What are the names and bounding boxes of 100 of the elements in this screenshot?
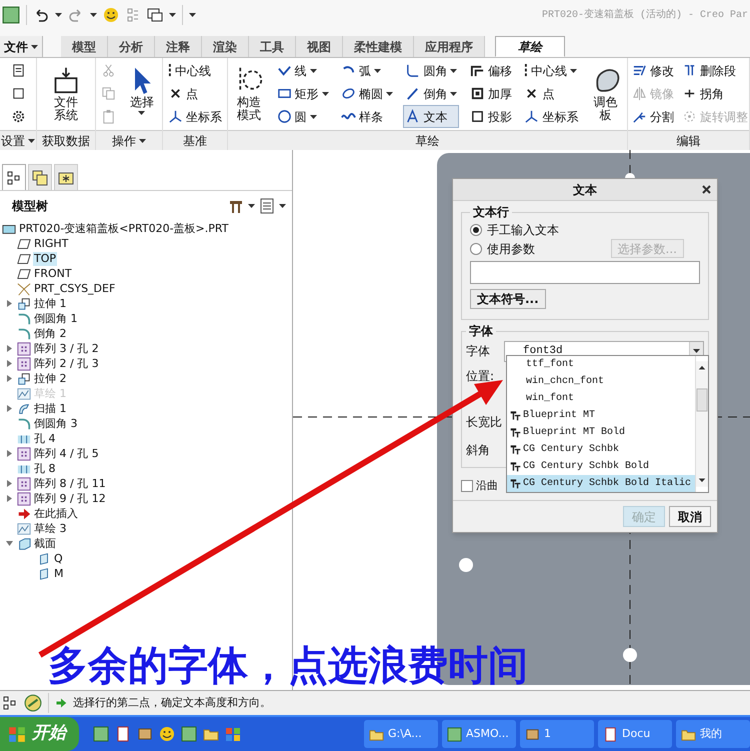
expand-arrow-icon[interactable] bbox=[6, 480, 13, 487]
tree-item[interactable]: TOP bbox=[33, 252, 58, 266]
dialog-button[interactable]: 取消 bbox=[669, 506, 711, 527]
radio-button[interactable] bbox=[470, 242, 482, 254]
ribbon-tab[interactable]: 草绘 bbox=[495, 36, 565, 57]
tree-item[interactable]: 阵列 9 / 孔 12 bbox=[33, 492, 107, 506]
taskbar-button[interactable]: 我的 bbox=[676, 720, 750, 748]
expand-arrow-icon[interactable] bbox=[6, 450, 13, 457]
ribbon-tab[interactable]: 模型 bbox=[61, 36, 108, 57]
tree-item[interactable]: 倒圆角 3 bbox=[33, 416, 78, 430]
tree-item[interactable]: 在此插入 bbox=[33, 506, 79, 520]
tool-button[interactable]: 文本 bbox=[403, 105, 460, 128]
ribbon-tab[interactable]: 应用程序 bbox=[414, 36, 485, 57]
tree-item[interactable]: 阵列 4 / 孔 5 bbox=[33, 446, 100, 460]
font-list-item[interactable]: CG Century Schbk bbox=[507, 441, 695, 458]
expand-arrow-icon[interactable] bbox=[6, 540, 13, 547]
close-icon[interactable] bbox=[702, 185, 711, 194]
tree-item[interactable]: RIGHT bbox=[33, 236, 70, 250]
expand-arrow-icon[interactable] bbox=[6, 405, 13, 412]
tool-button[interactable]: 样条 bbox=[339, 105, 396, 128]
font-list-item[interactable]: Blueprint MT bbox=[507, 407, 695, 424]
taskbar-button[interactable]: ASMO... bbox=[442, 720, 516, 748]
tool-button[interactable]: 投影 bbox=[468, 105, 514, 128]
tool-button[interactable]: 修改 bbox=[630, 59, 676, 82]
ribbon-group-label[interactable]: 草绘 bbox=[416, 132, 440, 150]
font-list-item[interactable]: CG Century Schbk Bold bbox=[507, 458, 695, 475]
text-symbol-button[interactable]: 文本符号... bbox=[470, 289, 546, 309]
tree-item[interactable]: 倒圆角 1 bbox=[33, 312, 78, 326]
tool-button[interactable]: 点 bbox=[522, 82, 580, 105]
tool-button[interactable]: 偏移 bbox=[468, 59, 514, 82]
tool-button[interactable]: 坐标系 bbox=[166, 105, 224, 128]
expand-arrow-icon[interactable] bbox=[6, 360, 13, 367]
tool-button[interactable]: 线 bbox=[274, 59, 331, 82]
tree-item[interactable]: PRT_CSYS_DEF bbox=[33, 282, 116, 296]
ribbon-tab[interactable]: 注释 bbox=[155, 36, 202, 57]
tree-item[interactable]: Q bbox=[53, 552, 64, 566]
tree-item[interactable]: 截面 bbox=[33, 536, 57, 550]
tree-item[interactable]: 拉伸 2 bbox=[33, 372, 68, 386]
ribbon-group-label[interactable]: 编辑 bbox=[676, 132, 700, 150]
tool-button[interactable]: 倒角 bbox=[403, 82, 460, 105]
expand-arrow-icon[interactable] bbox=[6, 345, 13, 352]
font-list-item[interactable]: CG Century Schbk Bold Italic bbox=[507, 475, 695, 492]
taskbar-button[interactable]: 1 bbox=[520, 720, 594, 748]
ribbon-group-label[interactable]: 设置 bbox=[1, 132, 35, 150]
tree-item[interactable]: 阵列 2 / 孔 3 bbox=[33, 356, 100, 370]
tool-button[interactable]: 中心线 bbox=[166, 59, 224, 82]
regenerate-icon[interactable] bbox=[125, 7, 141, 23]
tree-item[interactable]: 孔 4 bbox=[33, 432, 56, 446]
tree-item[interactable]: 孔 8 bbox=[33, 462, 56, 476]
font-list-item[interactable]: win_font bbox=[507, 390, 695, 407]
tree-item[interactable]: 阵列 8 / 孔 11 bbox=[33, 476, 107, 490]
smiley-icon[interactable] bbox=[158, 726, 175, 742]
tool-button[interactable]: 弧 bbox=[339, 59, 396, 82]
tool-button[interactable]: 拐角 bbox=[680, 82, 750, 105]
tool-button[interactable]: 调色板 bbox=[588, 65, 623, 123]
tool-button[interactable]: 矩形 bbox=[274, 82, 331, 105]
tool-button[interactable]: 构造模式 bbox=[232, 65, 266, 123]
taskbar-button[interactable]: Docu bbox=[598, 720, 672, 748]
status-icon[interactable] bbox=[24, 694, 42, 712]
panel-tab[interactable] bbox=[2, 164, 26, 190]
font-list-item[interactable]: win_chcn_font bbox=[507, 373, 695, 390]
tool-button[interactable]: 圆角 bbox=[403, 59, 460, 82]
start-button[interactable]: 开始 bbox=[0, 717, 79, 751]
smiley-icon[interactable] bbox=[103, 7, 119, 23]
font-list-item[interactable]: Blueprint MT Bold bbox=[507, 424, 695, 441]
tool-button[interactable]: 选择 bbox=[124, 65, 159, 116]
tree-item[interactable]: 倒角 2 bbox=[33, 326, 68, 340]
tool-button[interactable]: 加厚 bbox=[468, 82, 514, 105]
ribbon-tab[interactable]: 柔性建模 bbox=[343, 36, 414, 57]
expand-arrow-icon[interactable] bbox=[6, 375, 13, 382]
tool-button[interactable]: 点 bbox=[166, 82, 224, 105]
panel-tab[interactable] bbox=[54, 164, 78, 190]
ribbon-tab[interactable]: 工具 bbox=[249, 36, 296, 57]
app-icon[interactable] bbox=[2, 6, 20, 24]
expand-arrow-icon[interactable] bbox=[6, 495, 13, 502]
tool-button[interactable]: 中心线 bbox=[522, 59, 580, 82]
tree-item[interactable]: 草绘 3 bbox=[33, 522, 68, 536]
tree-item[interactable]: 扫描 1 bbox=[33, 402, 68, 416]
text-input-field[interactable] bbox=[470, 261, 700, 284]
ribbon-tab[interactable]: 文件 bbox=[0, 36, 43, 57]
list-icon[interactable] bbox=[259, 198, 275, 214]
app-icon[interactable] bbox=[180, 726, 197, 742]
tree-item[interactable]: M bbox=[53, 566, 64, 580]
tool-button[interactable]: 坐标系 bbox=[522, 105, 580, 128]
flag-icon[interactable] bbox=[224, 726, 241, 742]
tool-button[interactable]: 文件系统 bbox=[49, 65, 83, 123]
scrollbar[interactable] bbox=[695, 356, 708, 492]
app-icon[interactable] bbox=[92, 726, 109, 742]
tree-item[interactable]: 阵列 3 / 孔 2 bbox=[33, 342, 100, 356]
tree-item[interactable]: FRONT bbox=[33, 266, 73, 280]
taskbar-button[interactable]: G:\A... bbox=[364, 720, 438, 748]
ribbon-tab[interactable]: 分析 bbox=[108, 36, 155, 57]
panel-tab[interactable] bbox=[28, 164, 52, 190]
tool-button[interactable]: 分割 bbox=[630, 105, 676, 128]
expand-arrow-icon[interactable] bbox=[6, 300, 13, 307]
ribbon-tab[interactable]: 视图 bbox=[296, 36, 343, 57]
tool-button[interactable]: 删除段 bbox=[680, 59, 750, 82]
document-icon[interactable] bbox=[114, 726, 131, 742]
tree-item[interactable]: PRT020-变速箱盖板<PRT020-盖板>.PRT bbox=[18, 222, 230, 236]
model-tree-icon[interactable] bbox=[2, 695, 18, 711]
